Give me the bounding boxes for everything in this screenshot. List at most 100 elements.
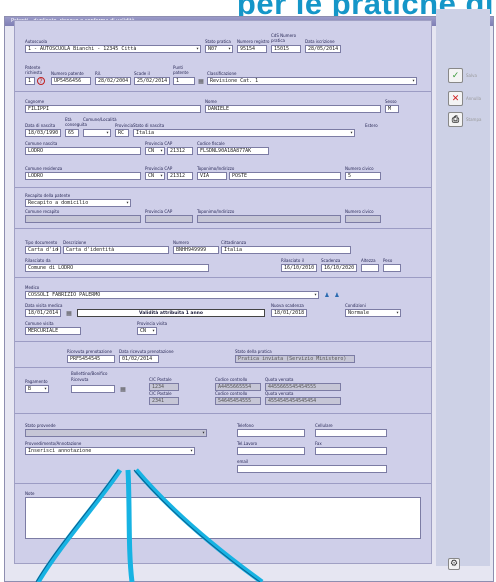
rilasciata-field[interactable]: 28/02/2004 <box>95 77 131 85</box>
recapito-select[interactable]: Recapito a domicilio <box>25 199 131 207</box>
side-panel <box>436 9 490 566</box>
fax-field[interactable] <box>315 447 387 455</box>
numero-documento-field[interactable]: BNHH949999 <box>173 246 219 254</box>
quota-label: Quota versata <box>265 391 294 396</box>
tel-lavoro-field[interactable] <box>237 447 305 455</box>
data-iscrizione-field[interactable]: 28/05/2014 <box>305 45 341 53</box>
data-nascita-label: Data di nascita <box>25 123 56 128</box>
numero-patente-field[interactable]: UP5456456 <box>51 77 91 85</box>
codice-fiscale-field[interactable]: FLSDNL90A18A877AK <box>197 147 269 155</box>
telefono-field[interactable] <box>237 429 305 437</box>
condizioni-select[interactable]: Normale <box>345 309 401 317</box>
calendar-icon[interactable]: ▦ <box>197 77 205 85</box>
provincia-visita-select[interactable]: CN <box>137 327 157 335</box>
patente-field[interactable]: 1 <box>25 77 35 85</box>
stato-nascita-select[interactable]: Italia <box>133 129 355 137</box>
indirizzo-residenza-field[interactable]: POSTE <box>229 172 341 180</box>
classificazione-label: Classificazione <box>207 71 237 76</box>
stato-select[interactable]: N07 <box>205 45 233 53</box>
civico-recapito-field <box>345 215 381 223</box>
comune-recapito-label: Comune recapito <box>25 209 60 214</box>
help-icon[interactable]: ? <box>37 77 45 85</box>
nuova-scadenza-field[interactable]: 18/01/2018 <box>271 309 307 317</box>
comune-residenza-label: Comune residenza <box>25 166 63 171</box>
registro-label: Numero registro <box>237 39 270 44</box>
comune-visita-label: Comune visita <box>25 321 54 326</box>
peso-field[interactable] <box>383 264 401 272</box>
cellulare-field[interactable] <box>315 429 387 437</box>
cittadinanza-label: Cittadinanza <box>221 240 247 245</box>
localita-select[interactable] <box>83 129 111 137</box>
provvedimento-select[interactable]: Inserisci annotazione <box>25 447 195 455</box>
email-field[interactable] <box>237 465 387 473</box>
data-nascita-field[interactable]: 18/03/1990 <box>25 129 61 137</box>
punti-field[interactable]: 1 <box>173 77 195 85</box>
add-doctor-icon[interactable]: ♟ <box>333 291 341 299</box>
civico-residenza-field[interactable]: 5 <box>345 172 381 180</box>
nome-label: Nome <box>205 99 217 104</box>
stato-provvede-select <box>25 429 207 437</box>
scadenza-label: Scade il <box>134 71 150 76</box>
pagamento-select[interactable]: B <box>25 385 49 393</box>
calendar-icon[interactable]: ▦ <box>65 309 73 317</box>
comune-nascita-field[interactable]: LODRO <box>25 147 141 155</box>
section-divider <box>15 413 431 414</box>
provincia-cap-select[interactable]: CN <box>145 147 165 155</box>
numero-documento-label: Numero <box>173 240 189 245</box>
scadenza-documento-field[interactable]: 16/10/2020 <box>321 264 357 272</box>
codice-controllo-label: Codice controllo <box>215 377 248 382</box>
provincia-nascita-label: Provincia <box>115 123 134 128</box>
protocollo-field[interactable]: 15015 <box>271 45 301 53</box>
rilasciato-il-field[interactable]: 16/10/2010 <box>281 264 317 272</box>
cancel-label: Annulla <box>466 96 482 101</box>
data-ricevuta-field[interactable]: 01/02/2014 <box>119 355 159 363</box>
section-divider <box>15 277 431 278</box>
altezza-label: Altezza <box>361 258 376 263</box>
pagamento-label: Pagamento <box>25 379 48 384</box>
ricevuta-field[interactable]: PRF5454545 <box>67 355 115 363</box>
autoscuola-select[interactable]: 1 - AUTOSCUOLA Bianchi - 12345 Città <box>25 45 201 53</box>
doctor-icon[interactable]: ♟ <box>323 291 331 299</box>
civico-recapito-label: Numero civico <box>345 209 374 214</box>
bollettino-field[interactable] <box>71 385 115 393</box>
estero-label: Estero <box>365 123 378 128</box>
data-visita-label: Data visita medica <box>25 303 63 308</box>
comune-visita-field[interactable]: MERCURIALE <box>25 327 81 335</box>
save-check-icon[interactable]: ✓ <box>448 68 463 83</box>
tipo-documento-select[interactable]: Carta d'id <box>25 246 61 254</box>
cancel-x-icon[interactable]: ✕ <box>448 91 463 106</box>
comune-residenza-field[interactable]: LODRO <box>25 172 141 180</box>
cap-nascita-field[interactable]: 21312 <box>167 147 193 155</box>
note-field[interactable] <box>25 497 421 539</box>
registro-field[interactable]: 95154 <box>237 45 267 53</box>
eta-field[interactable]: 65 <box>65 129 79 137</box>
print-icon[interactable]: ⎙ <box>448 112 463 127</box>
medico-select[interactable]: COSSOLI FABRIZIO PALERMO <box>25 291 319 299</box>
provincia-nascita-field[interactable]: RC <box>115 129 129 137</box>
rilasciato-da-field[interactable]: Comune di LODRO <box>25 264 209 272</box>
rilasciato-da-label: Rilasciato da <box>25 258 51 263</box>
altezza-field[interactable] <box>361 264 379 272</box>
sesso-field[interactable]: M <box>385 105 399 113</box>
cap-residenza-field[interactable]: 21312 <box>167 172 193 180</box>
data-visita-field[interactable]: 18/01/2014 <box>25 309 61 317</box>
email-label: email <box>237 459 249 464</box>
descrizione-field[interactable]: Carta d'identità <box>63 246 169 254</box>
toponimo-field[interactable]: VIA <box>197 172 227 180</box>
scadenza-field[interactable]: 25/02/2014 <box>134 77 170 85</box>
nome-field[interactable]: DANIELE <box>205 105 381 113</box>
scadenza-documento-label: Scadenza <box>321 258 341 263</box>
settings-icon[interactable]: ⚙ <box>448 558 460 570</box>
protocollo-label: CdS Numero pratica <box>271 33 297 43</box>
section-divider <box>15 91 431 92</box>
provincia-residenza-select[interactable]: CN <box>145 172 165 180</box>
provincia-visita-label: Provincia visita <box>137 321 168 326</box>
cc-postale-field: 2341 <box>149 397 179 405</box>
telefono-label: Telefono <box>237 423 254 428</box>
classificazione-select[interactable]: Revisione Cat. 1 <box>207 77 417 85</box>
cognome-field[interactable]: FILIPPI <box>25 105 201 113</box>
print-label: Stampa <box>466 117 482 122</box>
cittadinanza-field[interactable]: Italia <box>221 246 351 254</box>
calendar-icon[interactable]: ▦ <box>119 385 127 393</box>
data-iscrizione-label: Data iscrizione <box>305 39 335 44</box>
